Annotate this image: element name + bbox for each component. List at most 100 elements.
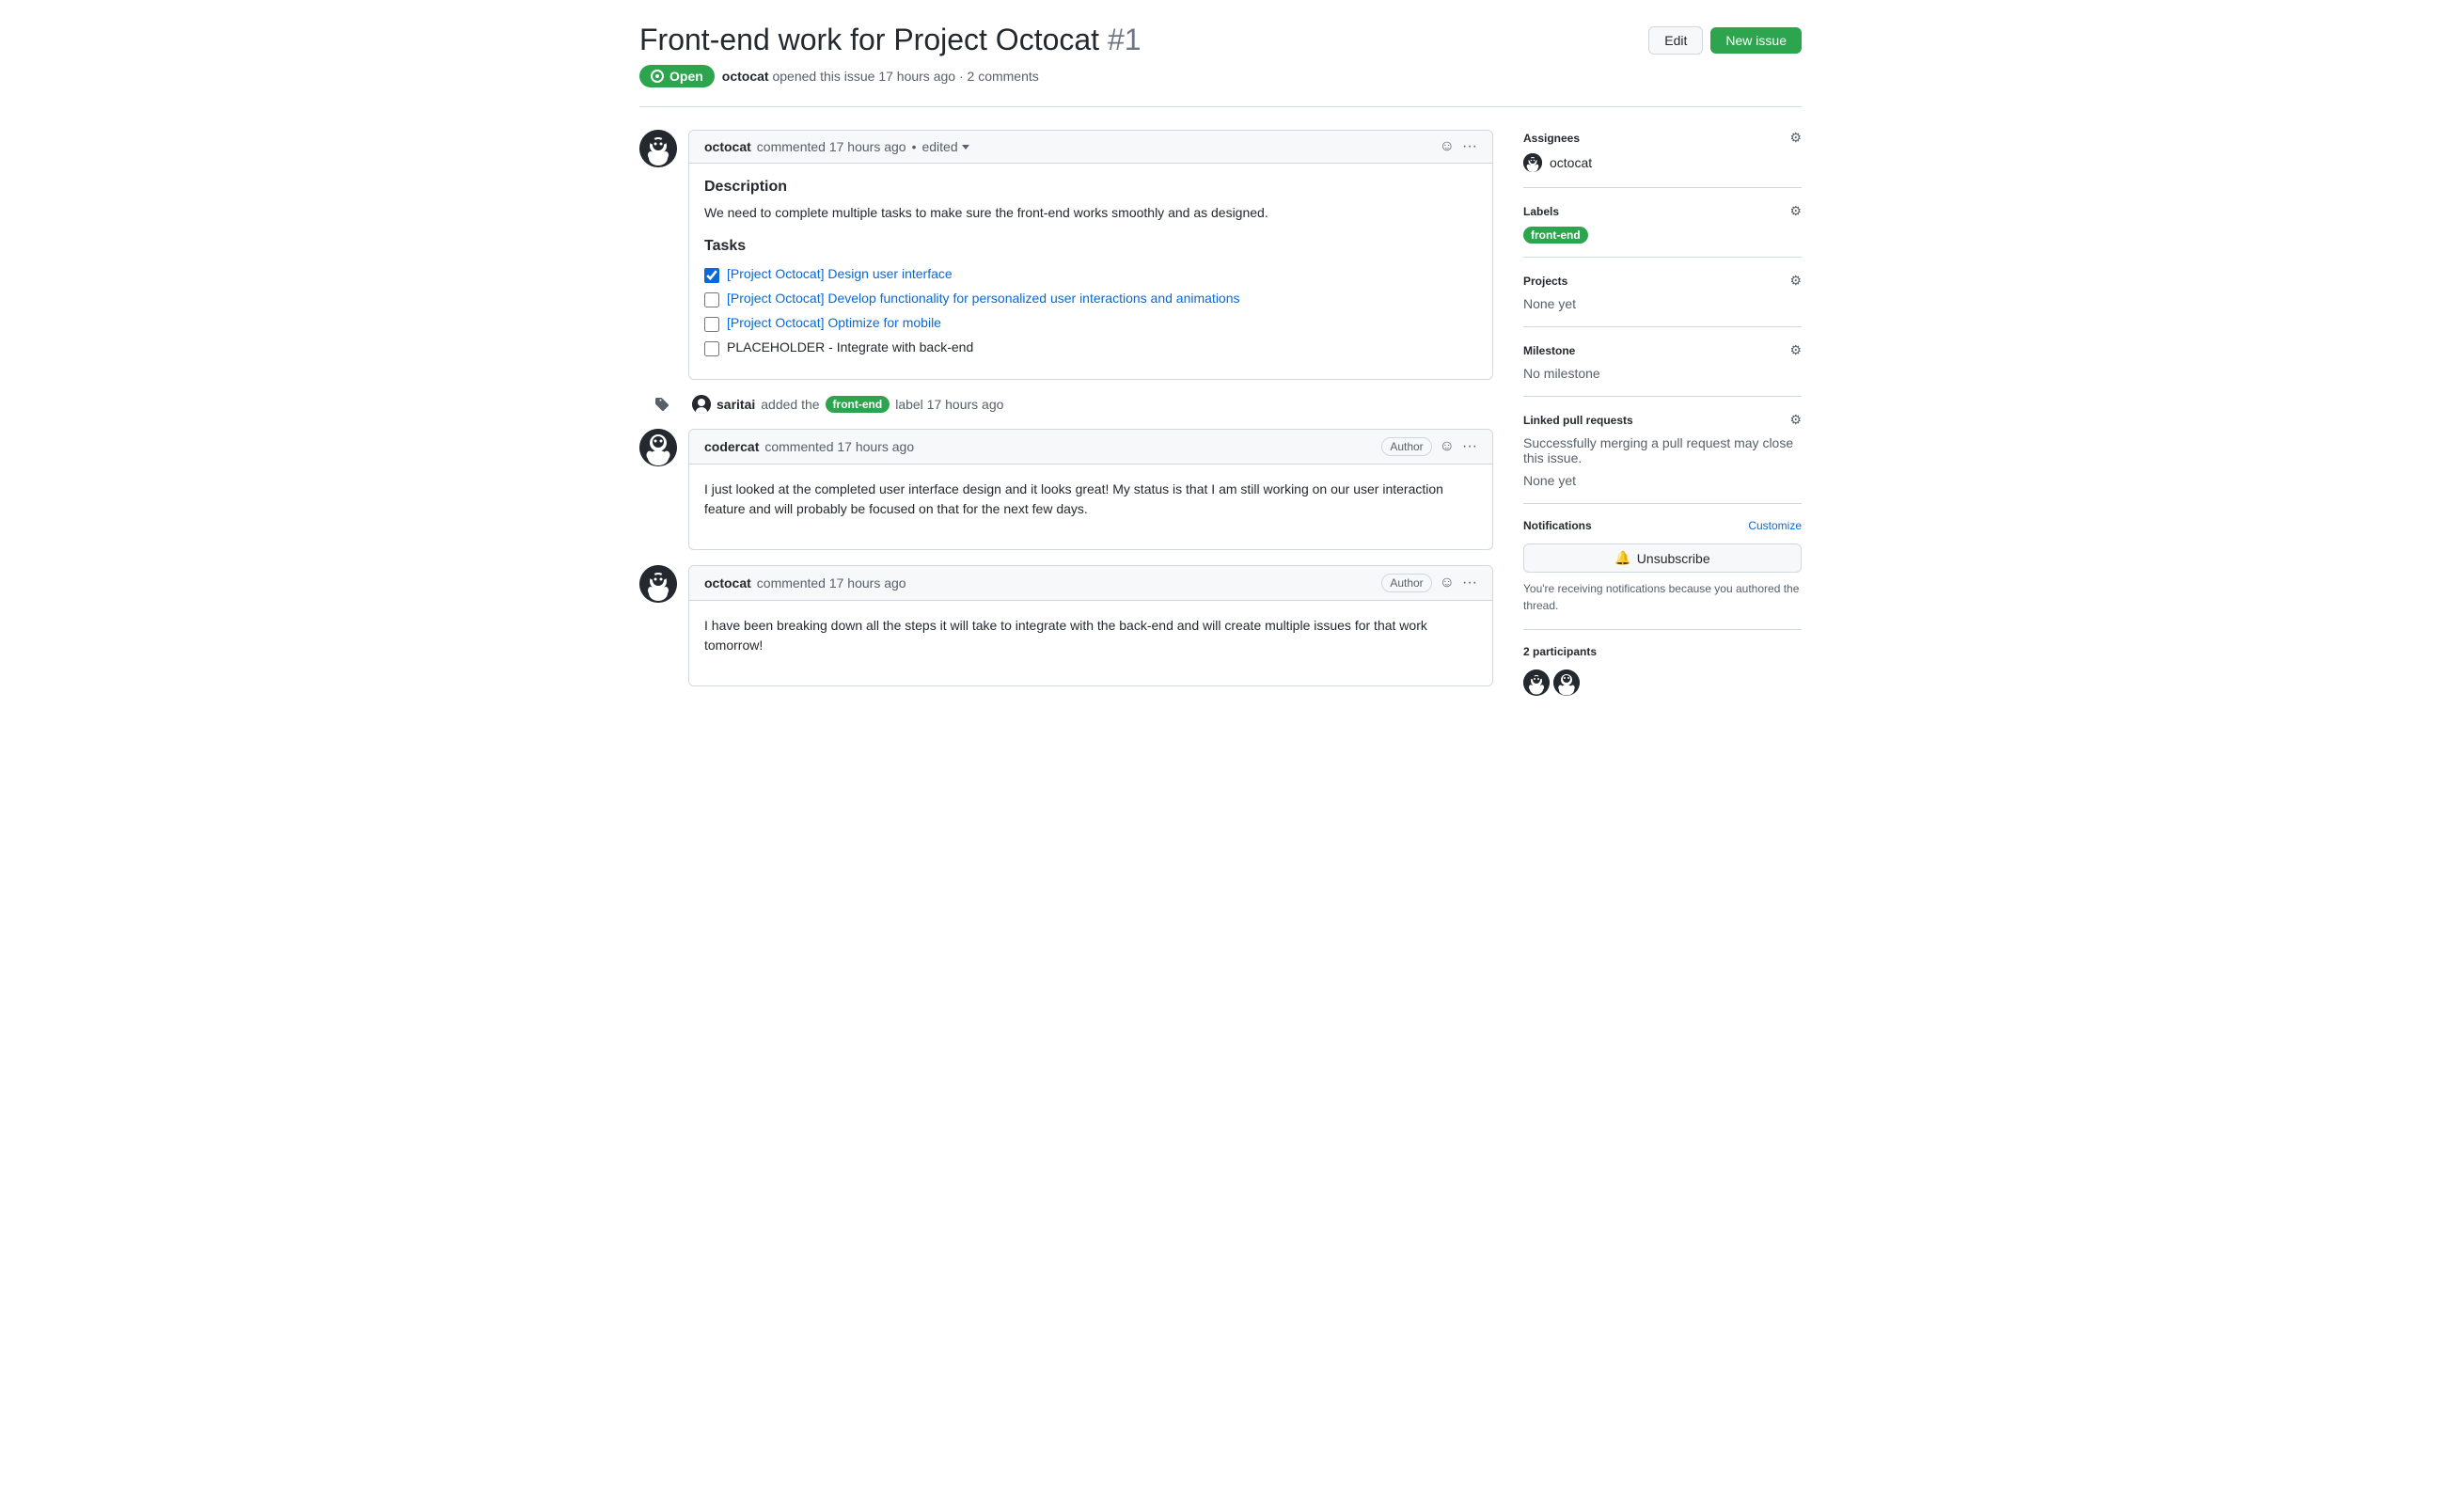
more-options-button-3[interactable]: ··· xyxy=(1462,575,1477,591)
unsubscribe-label: Unsubscribe xyxy=(1637,551,1710,566)
labels-gear-button[interactable]: ⚙ xyxy=(1789,203,1802,219)
comment-text-3: I have been breaking down all the steps … xyxy=(704,616,1477,655)
task-text-4: PLACEHOLDER - Integrate with back-end xyxy=(727,339,973,354)
projects-gear-button[interactable]: ⚙ xyxy=(1789,273,1802,289)
task-list: [Project Octocat] Design user interface … xyxy=(704,266,1477,356)
avatar-octocat-1 xyxy=(639,130,677,167)
meta-text: octocat opened this issue 17 hours ago ·… xyxy=(722,69,1039,84)
activity-action: added the xyxy=(761,397,819,412)
activity-actor[interactable]: saritai xyxy=(717,397,755,412)
meta-author[interactable]: octocat xyxy=(722,69,769,84)
comment-header-3: octocat commented 17 hours ago Author ☺ … xyxy=(689,566,1492,601)
participant-avatar-1[interactable] xyxy=(1523,669,1550,696)
sidebar: Assignees ⚙ xyxy=(1523,130,1802,711)
participants-title: 2 participants xyxy=(1523,645,1802,658)
label-icon xyxy=(643,397,681,412)
task-checkbox-3[interactable] xyxy=(704,317,719,332)
comment-header-1: octocat commented 17 hours ago • edited … xyxy=(689,131,1492,164)
title-text: Front-end work for Project Octocat xyxy=(639,23,1099,56)
label-badge[interactable]: front-end xyxy=(1523,227,1588,244)
assignee-name[interactable]: octocat xyxy=(1550,155,1592,170)
customize-link[interactable]: Customize xyxy=(1748,519,1802,532)
comment-text-2: I just looked at the completed user inte… xyxy=(704,480,1477,519)
task-checkbox-2[interactable] xyxy=(704,292,719,307)
status-label: Open xyxy=(669,69,703,84)
comment-header-2: codercat commented 17 hours ago Author ☺… xyxy=(689,430,1492,465)
comment-header-left-3: octocat commented 17 hours ago xyxy=(704,575,906,591)
sidebar-milestone: Milestone ⚙ No milestone xyxy=(1523,327,1802,397)
linked-prs-desc: Successfully merging a pull request may … xyxy=(1523,435,1802,465)
comment-time-1: commented 17 hours ago xyxy=(757,139,906,154)
commenter-name-2[interactable]: codercat xyxy=(704,439,759,454)
description-text: We need to complete multiple tasks to ma… xyxy=(704,203,1477,223)
task-item-3: [Project Octocat] Optimize for mobile xyxy=(704,315,1477,332)
open-dot-icon xyxy=(651,70,664,83)
bell-icon: 🔔 xyxy=(1614,550,1630,566)
comment-header-left-1: octocat commented 17 hours ago • edited xyxy=(704,139,969,154)
comment-content-1: octocat commented 17 hours ago • edited … xyxy=(688,130,1493,380)
comment-body-2: I just looked at the completed user inte… xyxy=(689,465,1492,549)
sidebar-assignees: Assignees ⚙ xyxy=(1523,130,1802,188)
comment-1: octocat commented 17 hours ago • edited … xyxy=(639,130,1493,380)
milestone-header: Milestone ⚙ xyxy=(1523,342,1802,358)
new-issue-button[interactable]: New issue xyxy=(1710,27,1802,54)
emoji-reaction-button-1[interactable]: ☺ xyxy=(1440,138,1455,155)
saritai-avatar xyxy=(692,395,711,414)
edited-dropdown[interactable]: edited xyxy=(921,139,969,154)
task-link-3[interactable]: [Project Octocat] Optimize for mobile xyxy=(727,315,941,330)
emoji-reaction-button-3[interactable]: ☺ xyxy=(1440,575,1455,591)
assignees-gear-button[interactable]: ⚙ xyxy=(1789,130,1802,146)
notifications-title: Notifications xyxy=(1523,519,1592,532)
task-link-2[interactable]: [Project Octocat] Develop functionality … xyxy=(727,291,1240,306)
assignee-avatar xyxy=(1523,153,1542,172)
more-options-button-2[interactable]: ··· xyxy=(1462,438,1477,455)
participant-avatar-2[interactable] xyxy=(1553,669,1580,696)
label-item: front-end xyxy=(1523,227,1802,242)
task-checkbox-1[interactable] xyxy=(704,268,719,283)
comment-header-right-1: ☺ ··· xyxy=(1440,138,1477,155)
comment-3: octocat commented 17 hours ago Author ☺ … xyxy=(639,565,1493,686)
issue-title: Front-end work for Project Octocat #1 xyxy=(639,23,1142,57)
status-badge: Open xyxy=(639,65,715,87)
emoji-reaction-button-2[interactable]: ☺ xyxy=(1440,438,1455,455)
commenter-name-3[interactable]: octocat xyxy=(704,575,751,591)
sidebar-notifications: Notifications Customize 🔔 Unsubscribe Yo… xyxy=(1523,504,1802,630)
assignees-header: Assignees ⚙ xyxy=(1523,130,1802,146)
comment-time-3: commented 17 hours ago xyxy=(757,575,906,591)
author-badge-3: Author xyxy=(1381,574,1431,592)
edit-button[interactable]: Edit xyxy=(1648,26,1703,55)
commenter-name-1[interactable]: octocat xyxy=(704,139,751,154)
task-link-1[interactable]: [Project Octocat] Design user interface xyxy=(727,266,953,281)
labels-header: Labels ⚙ xyxy=(1523,203,1802,219)
linked-prs-value: None yet xyxy=(1523,473,1802,488)
main-layout: octocat commented 17 hours ago • edited … xyxy=(639,130,1802,711)
assignees-title: Assignees xyxy=(1523,132,1580,145)
sidebar-projects: Projects ⚙ None yet xyxy=(1523,258,1802,327)
timeline: octocat commented 17 hours ago • edited … xyxy=(639,130,1493,711)
description-title: Description xyxy=(704,179,1477,196)
linked-prs-gear-button[interactable]: ⚙ xyxy=(1789,412,1802,428)
more-options-button-1[interactable]: ··· xyxy=(1462,138,1477,155)
meta-dot: · xyxy=(959,69,968,84)
unsubscribe-button[interactable]: 🔔 Unsubscribe xyxy=(1523,543,1802,573)
comment-content-3: octocat commented 17 hours ago Author ☺ … xyxy=(688,565,1493,686)
comment-header-left-2: codercat commented 17 hours ago xyxy=(704,439,914,454)
sidebar-labels: Labels ⚙ front-end xyxy=(1523,188,1802,258)
comment-body-3: I have been breaking down all the steps … xyxy=(689,601,1492,685)
issue-meta-row: Open octocat opened this issue 17 hours … xyxy=(639,65,1802,87)
comment-2: codercat commented 17 hours ago Author ☺… xyxy=(639,429,1493,550)
notifications-header: Notifications Customize xyxy=(1523,519,1802,532)
activity-suffix: label 17 hours ago xyxy=(895,397,1003,412)
issue-header: Front-end work for Project Octocat #1 Ed… xyxy=(639,23,1802,57)
participants-avatars xyxy=(1523,669,1802,696)
milestone-gear-button[interactable]: ⚙ xyxy=(1789,342,1802,358)
avatar-octocat-2 xyxy=(639,565,677,603)
labels-title: Labels xyxy=(1523,205,1559,218)
author-badge-2: Author xyxy=(1381,437,1431,456)
activity-label-badge: front-end xyxy=(826,396,890,413)
header-buttons: Edit New issue xyxy=(1648,26,1802,55)
task-checkbox-4[interactable] xyxy=(704,341,719,356)
task-item-1: [Project Octocat] Design user interface xyxy=(704,266,1477,283)
task-item-2: [Project Octocat] Develop functionality … xyxy=(704,291,1477,307)
assignee-item: octocat xyxy=(1523,153,1802,172)
